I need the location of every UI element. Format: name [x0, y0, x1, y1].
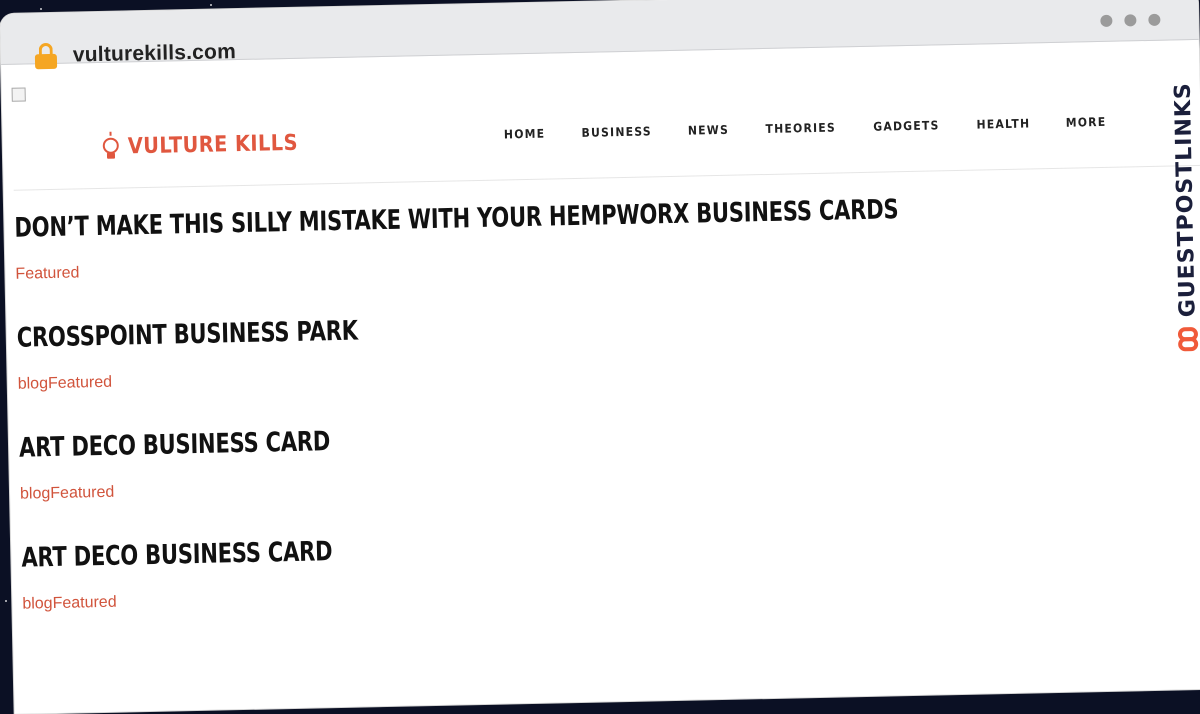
post-categories: blogFeatured	[22, 571, 1200, 614]
browser-window: vulturekills.com VULTURE KILLS HOME BUSI…	[0, 0, 1200, 714]
post-title[interactable]: DON’T MAKE THIS SILLY MISTAKE WITH YOUR …	[14, 192, 941, 245]
post-title[interactable]: ART DECO BUSINESS CARD	[19, 412, 946, 465]
window-controls	[1100, 13, 1161, 27]
main-nav: HOME BUSINESS NEWS THEORIES GADGETS HEAL…	[501, 115, 1108, 142]
lightbulb-icon	[100, 131, 123, 159]
nav-item-health[interactable]: HEALTH	[976, 116, 1030, 131]
nav-item-home[interactable]: HOME	[504, 127, 546, 142]
category-link[interactable]: blog	[18, 375, 49, 393]
post-list: DON’T MAKE THIS SILLY MISTAKE WITH YOUR …	[14, 187, 1200, 652]
url-text[interactable]: vulturekills.com	[73, 40, 237, 67]
window-dot-icon[interactable]	[1124, 14, 1137, 27]
site-logo[interactable]: VULTURE KILLS	[100, 129, 322, 160]
nav-item-more[interactable]: MORE	[1065, 115, 1106, 130]
nav-item-theories[interactable]: THEORIES	[765, 121, 836, 136]
post-item: ART DECO BUSINESS CARD blogFeatured	[19, 407, 1200, 504]
category-link[interactable]: Featured	[52, 594, 116, 612]
nav-item-business[interactable]: BUSINESS	[581, 124, 652, 139]
browser-address-bar: vulturekills.com	[0, 0, 1199, 70]
post-item: DON’T MAKE THIS SILLY MISTAKE WITH YOUR …	[14, 187, 1200, 284]
post-title[interactable]: ART DECO BUSINESS CARD	[21, 522, 948, 575]
category-link[interactable]: Featured	[48, 374, 112, 392]
guestpostlinks-badge: GUESTPOSTLINKS	[1165, 41, 1200, 352]
window-dot-icon[interactable]	[1100, 14, 1113, 27]
lock-icon	[34, 42, 58, 70]
logo-text: VULTURE KILLS	[127, 130, 299, 159]
category-link[interactable]: blog	[22, 595, 53, 613]
category-link[interactable]: Featured	[15, 264, 79, 282]
site-header: VULTURE KILLS HOME BUSINESS NEWS THEORIE…	[11, 62, 1200, 191]
post-item: ART DECO BUSINESS CARD blogFeatured	[21, 517, 1200, 614]
nav-item-gadgets[interactable]: GADGETS	[873, 118, 940, 133]
category-link[interactable]: blog	[20, 485, 51, 503]
post-categories: Featured	[15, 241, 1200, 284]
page-viewport: VULTURE KILLS HOME BUSINESS NEWS THEORIE…	[11, 62, 1200, 714]
post-title[interactable]: CROSSPOINT BUSINESS PARK	[16, 302, 943, 355]
category-link[interactable]: Featured	[50, 484, 114, 502]
side-brand-text: GUESTPOSTLINKS	[1170, 81, 1200, 318]
chain-link-icon	[1177, 325, 1200, 352]
post-categories: blogFeatured	[20, 461, 1200, 504]
post-categories: blogFeatured	[18, 351, 1200, 394]
post-item: CROSSPOINT BUSINESS PARK blogFeatured	[16, 297, 1200, 394]
nav-item-news[interactable]: NEWS	[688, 123, 729, 138]
window-dot-icon[interactable]	[1148, 13, 1161, 26]
